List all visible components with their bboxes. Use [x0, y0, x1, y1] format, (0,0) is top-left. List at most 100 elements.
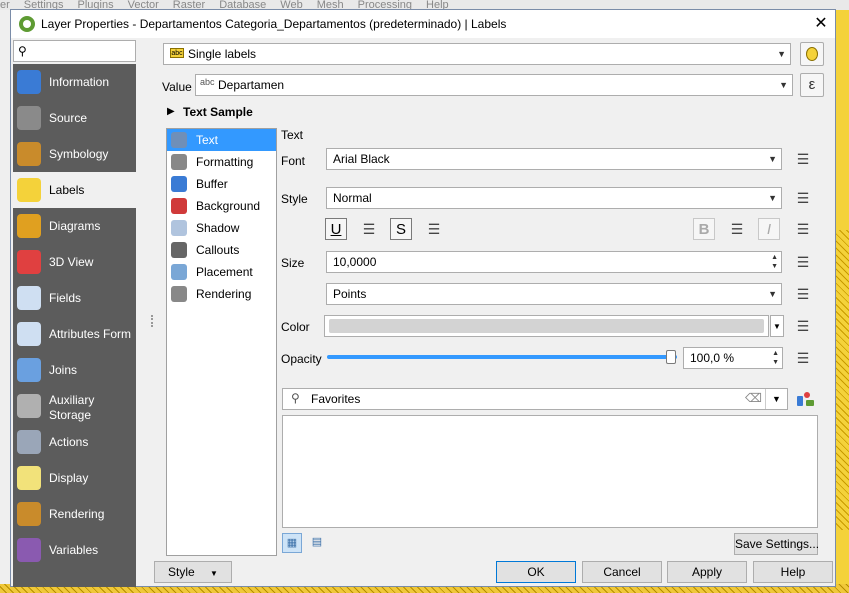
size-value: 10,0000	[333, 255, 377, 269]
chevron-down-icon: ▼	[779, 80, 788, 90]
data-defined-override-button[interactable]: ☰	[423, 219, 445, 239]
sidebar-search-input[interactable]: ⚲	[13, 40, 136, 62]
opacity-slider-handle[interactable]	[666, 350, 676, 364]
subnav-item-rendering[interactable]: Rendering	[167, 283, 276, 305]
font-select[interactable]: Arial Black ▼	[326, 148, 782, 170]
strikeout-button[interactable]: S	[390, 218, 412, 240]
label-settings-nav: Text Formatting Buffer Background Shadow Call…	[166, 128, 277, 556]
subnav-item-callouts[interactable]: Callouts	[167, 239, 276, 261]
background-icon	[171, 198, 187, 214]
data-defined-override-button[interactable]: ☰	[726, 219, 748, 239]
sidebar-item-source[interactable]: Source	[13, 100, 136, 136]
sidebar-item-variables[interactable]: Variables	[13, 532, 136, 568]
sidebar-item-label: Fields	[49, 291, 82, 305]
expression-button[interactable]: ε	[800, 73, 824, 97]
underline-button[interactable]: U	[325, 218, 347, 240]
sidebar-item-labels[interactable]: Labels	[13, 172, 136, 208]
icon-view-button[interactable]: ▦	[282, 533, 302, 553]
style-library-list[interactable]	[282, 415, 818, 528]
subnav-item-buffer[interactable]: Buffer	[167, 173, 276, 195]
cancel-button[interactable]: Cancel	[582, 561, 662, 583]
data-defined-override-button[interactable]: ☰	[792, 188, 814, 208]
background-map-left	[0, 10, 10, 593]
italic-button[interactable]: I	[758, 218, 780, 240]
style-select[interactable]: Normal ▼	[326, 187, 782, 209]
spin-arrows-icon[interactable]: ▲ ▼	[772, 349, 779, 367]
background-menu-item: er	[0, 0, 10, 10]
apply-button[interactable]: Apply	[667, 561, 747, 583]
save-settings-button[interactable]: Save Settings...	[734, 533, 819, 555]
sidebar-item-symbology[interactable]: Symbology	[13, 136, 136, 172]
fields-icon	[17, 286, 41, 310]
spin-arrows-icon[interactable]: ▲ ▼	[771, 253, 778, 271]
style-menu-button[interactable]: Style ▼	[154, 561, 232, 583]
chevron-down-icon[interactable]: ▼	[765, 389, 787, 409]
subnav-item-placement[interactable]: Placement	[167, 261, 276, 283]
sidebar-item-label: Joins	[49, 363, 78, 377]
data-defined-override-button[interactable]: ☰	[792, 284, 814, 304]
sidebar-item-attributes-form[interactable]: Attributes Form	[13, 316, 136, 352]
layer-properties-dialog: Layer Properties - Departamentos Categor…	[10, 9, 836, 587]
data-defined-override-button[interactable]: ☰	[792, 348, 814, 368]
sidebar-item-fields[interactable]: Fields	[13, 280, 136, 316]
opacity-label: Opacity	[281, 352, 322, 366]
color-button[interactable]	[324, 315, 769, 337]
sidebar-item-label: Display	[49, 471, 89, 485]
list-view-button[interactable]: ▤	[307, 533, 327, 553]
data-defined-override-button[interactable]: ☰	[792, 219, 814, 239]
data-defined-override-button[interactable]: ☰	[792, 316, 814, 336]
value-field-value: Departamen	[218, 78, 285, 92]
subnav-item-text[interactable]: Text	[167, 129, 276, 151]
data-defined-override-button[interactable]: ☰	[792, 149, 814, 169]
help-button[interactable]: Help	[753, 561, 833, 583]
sidebar-item-diagrams[interactable]: Diagrams	[13, 208, 136, 244]
value-field-select[interactable]: abc Departamen ▼	[195, 74, 793, 96]
sidebar-item-auxiliary-storage[interactable]: Auxiliary Storage	[13, 388, 136, 424]
size-unit-value: Points	[333, 287, 367, 301]
clear-icon[interactable]: ⌫	[745, 391, 762, 405]
subnav-item-label: Background	[196, 199, 261, 213]
title-bar: Layer Properties - Departamentos Categor…	[11, 10, 835, 38]
sidebar-item-actions[interactable]: Actions	[13, 424, 136, 460]
subnav-item-label: Text	[196, 133, 219, 147]
sidebar-item-3d-view[interactable]: 3D View	[13, 244, 136, 280]
opacity-spinbox[interactable]: 100,0 % ▲ ▼	[683, 347, 783, 369]
rule-editor-button[interactable]	[800, 42, 824, 66]
buffer-icon	[171, 176, 187, 192]
color-dropdown-button[interactable]: ▼	[770, 315, 784, 337]
ok-button[interactable]: OK	[496, 561, 576, 583]
sidebar-item-information[interactable]: Information	[13, 64, 136, 100]
callout-icon	[171, 242, 187, 258]
splitter-handle[interactable]	[151, 315, 155, 327]
sidebar-item-label: 3D View	[49, 255, 94, 269]
style-library-search[interactable]: ⚲ Favorites ⌫ ▼	[282, 388, 788, 410]
subnav-item-background[interactable]: Background	[167, 195, 276, 217]
opacity-slider-track[interactable]	[327, 355, 677, 359]
style-manager-icon[interactable]	[797, 390, 815, 408]
bold-button[interactable]: B	[693, 218, 715, 240]
subnav-item-label: Callouts	[196, 243, 240, 257]
data-defined-override-button[interactable]: ☰	[358, 219, 380, 239]
sidebar-item-joins[interactable]: Joins	[13, 352, 136, 388]
text-sample-toggle[interactable]: Text Sample	[183, 105, 253, 119]
size-label: Size	[281, 256, 305, 270]
data-defined-override-button[interactable]: ☰	[792, 252, 814, 272]
size-unit-select[interactable]: Points ▼	[326, 283, 782, 305]
chevron-down-icon: ▼	[768, 193, 777, 203]
font-label: Font	[281, 154, 306, 168]
subnav-item-label: Rendering	[196, 287, 252, 301]
rendering-icon	[171, 286, 187, 302]
sidebar-item-display[interactable]: Display	[13, 460, 136, 496]
subnav-item-formatting[interactable]: Formatting	[167, 151, 276, 173]
sidebar-item-rendering[interactable]: Rendering	[13, 496, 136, 532]
labels-mode-select[interactable]: abc Single labels ▼	[163, 43, 791, 65]
size-spinbox[interactable]: 10,0000 ▲ ▼	[326, 251, 782, 273]
close-button[interactable]: ✕	[811, 14, 831, 34]
form-icon	[17, 322, 41, 346]
sidebar-item-label: Attributes Form	[49, 327, 132, 341]
subnav-item-shadow[interactable]: Shadow	[167, 217, 276, 239]
paintbrush-icon	[17, 502, 41, 526]
color-label: Color	[281, 320, 310, 334]
collapse-arrow-icon[interactable]: ▶	[167, 106, 175, 117]
chevron-down-icon: ▼	[210, 569, 218, 578]
